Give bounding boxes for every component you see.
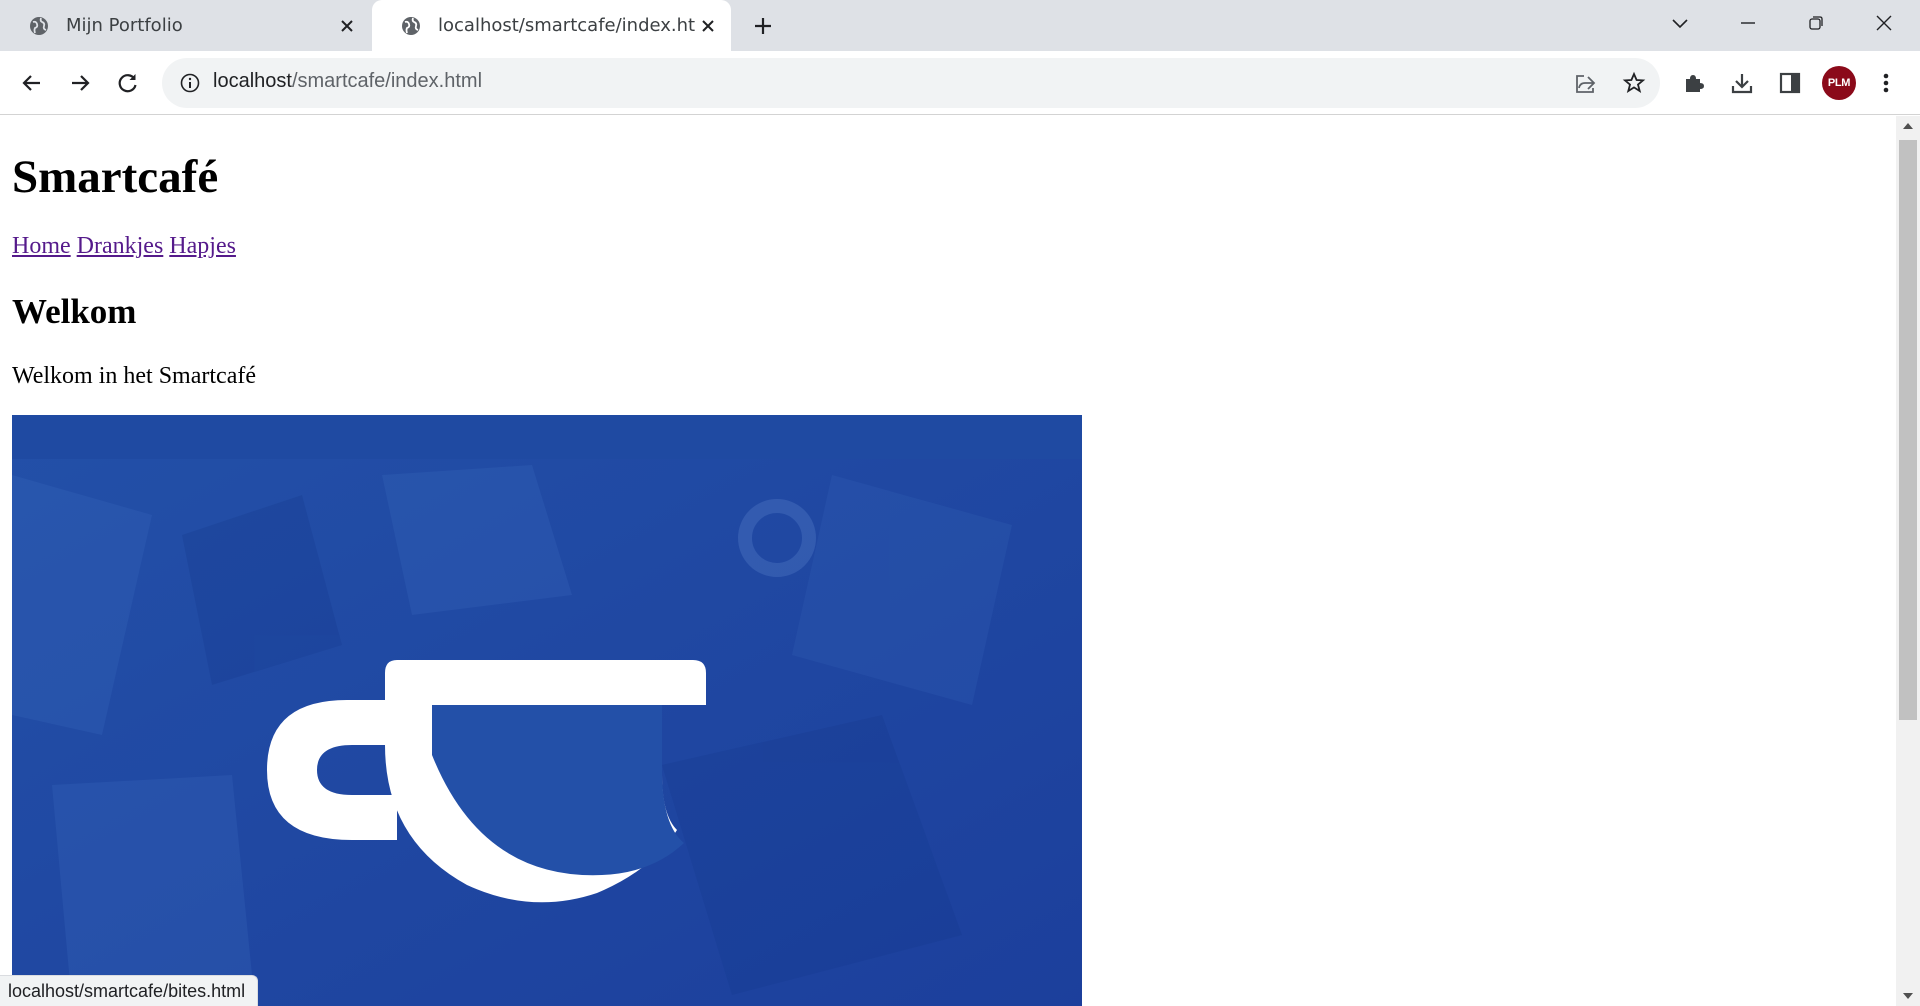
hero-image <box>12 415 1082 1006</box>
kebab-menu-icon[interactable] <box>1866 63 1906 103</box>
vertical-scrollbar[interactable] <box>1896 116 1920 1006</box>
browser-toolbar: localhost/smartcafe/index.html PLM <box>0 51 1920 115</box>
minimize-icon[interactable] <box>1714 0 1782 45</box>
plus-icon[interactable] <box>748 12 778 40</box>
scrollbar-thumb[interactable] <box>1899 140 1917 720</box>
star-icon[interactable] <box>1617 66 1651 100</box>
sidepanel-icon[interactable] <box>1770 63 1810 103</box>
puzzle-icon[interactable] <box>1674 63 1714 103</box>
info-icon[interactable] <box>178 71 202 95</box>
site-nav: Home Drankjes Hapjes <box>12 233 236 260</box>
url-path: /smartcafe/index.html <box>291 70 483 92</box>
close-icon[interactable] <box>334 13 360 39</box>
chevron-down-icon[interactable] <box>1646 0 1714 45</box>
status-url-bubble: localhost/smartcafe/bites.html <box>0 975 259 1006</box>
restore-icon[interactable] <box>1782 0 1850 45</box>
globe-icon <box>28 15 50 37</box>
nav-link-hapjes[interactable]: Hapjes <box>169 233 236 259</box>
scroll-up-arrow-icon[interactable] <box>1896 116 1920 136</box>
address-text[interactable]: localhost/smartcafe/index.html <box>213 70 482 93</box>
tab-mijn-portfolio[interactable]: Mijn Portfolio <box>0 0 370 51</box>
page-title: Smartcafé <box>12 151 219 203</box>
tab-smartcafe-index[interactable]: localhost/smartcafe/index.html <box>372 0 731 51</box>
close-icon[interactable] <box>695 13 721 39</box>
welcome-text: Welkom in het Smartcafé <box>12 363 256 389</box>
tab-title: localhost/smartcafe/index.html <box>438 15 695 36</box>
download-icon[interactable] <box>1722 63 1762 103</box>
nav-link-home[interactable]: Home <box>12 233 71 259</box>
page-viewport: Smartcafé Home Drankjes Hapjes Welkom We… <box>0 116 1896 1006</box>
tab-title: Mijn Portfolio <box>66 15 183 36</box>
welcome-heading: Welkom <box>12 292 137 331</box>
close-window-icon[interactable] <box>1850 0 1918 45</box>
reload-icon[interactable] <box>108 63 148 103</box>
profile-avatar[interactable]: PLM <box>1822 66 1856 100</box>
url-host: localhost <box>213 70 292 92</box>
address-bar[interactable]: localhost/smartcafe/index.html <box>162 58 1660 108</box>
share-icon[interactable] <box>1569 66 1603 100</box>
forward-icon[interactable] <box>60 63 100 103</box>
scroll-down-arrow-icon[interactable] <box>1896 986 1920 1006</box>
tab-strip: Mijn Portfolio localhost/smartcafe/index… <box>0 0 1920 51</box>
nav-link-drankjes[interactable]: Drankjes <box>77 233 164 259</box>
globe-icon <box>400 15 422 37</box>
back-icon[interactable] <box>12 63 52 103</box>
